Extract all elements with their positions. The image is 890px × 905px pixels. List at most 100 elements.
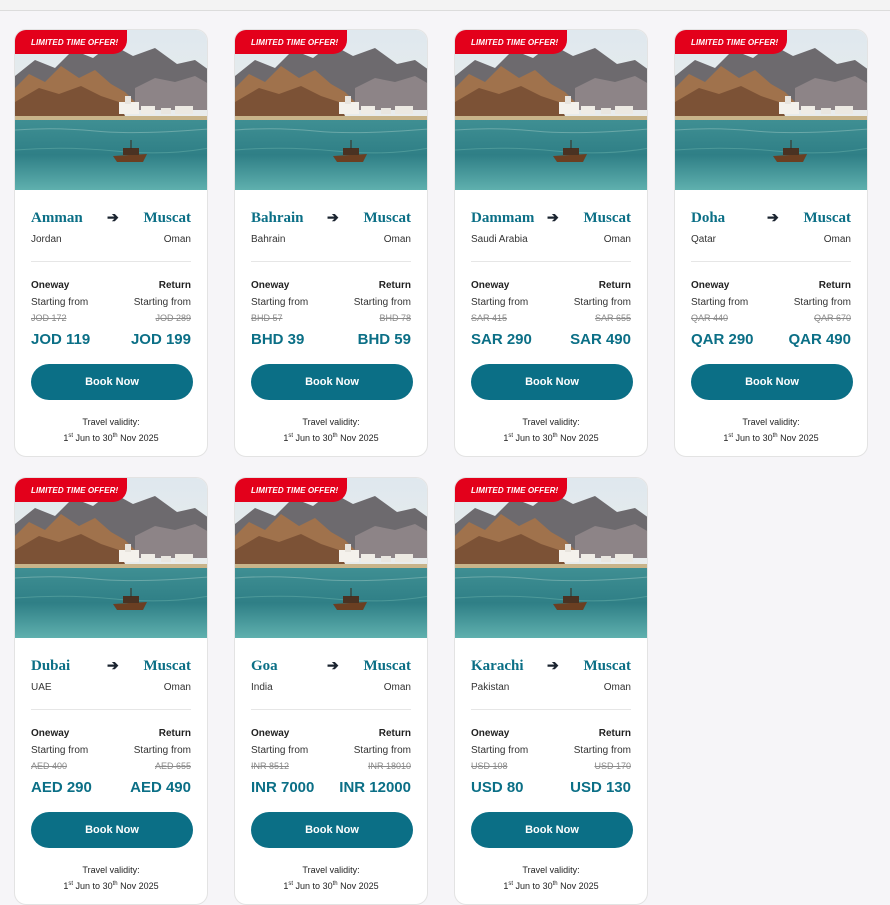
divider <box>31 709 191 710</box>
destination-photo: LIMITED TIME OFFER! <box>455 30 647 190</box>
return-starting-from: Starting from <box>133 297 191 308</box>
origin-city: Dammam <box>471 210 535 226</box>
route: Karachi ➔ Muscat <box>471 657 632 678</box>
return-price: QAR 490 <box>788 331 851 348</box>
destination-country: Oman <box>603 682 631 693</box>
book-now-button[interactable]: Book Now <box>31 364 193 400</box>
destination-country: Oman <box>603 234 631 245</box>
origin-country: Pakistan <box>471 682 510 693</box>
oneway-old-price: INR 8512 <box>251 761 290 771</box>
destination-photo: LIMITED TIME OFFER! <box>235 30 427 190</box>
oneway-old-price: JOD 172 <box>31 313 67 323</box>
limited-offer-badge: LIMITED TIME OFFER! <box>455 478 567 502</box>
return-old-price: SAR 655 <box>594 313 631 323</box>
travel-validity-label: Travel validity: <box>82 865 140 875</box>
right-arrow-icon: ➔ <box>107 209 119 225</box>
origin-city: Goa <box>251 658 278 674</box>
oneway-price: QAR 290 <box>691 331 754 348</box>
return-price: BHD 59 <box>357 331 411 348</box>
return-price: JOD 199 <box>130 331 191 348</box>
travel-validity-label: Travel validity: <box>302 417 360 427</box>
travel-validity: Travel validity: 1st Jun to 30th Nov 202… <box>15 863 207 893</box>
route: Amman ➔ Muscat <box>31 209 192 230</box>
divider <box>471 709 631 710</box>
book-now-button[interactable]: Book Now <box>31 812 193 848</box>
oneway-old-price: AED 400 <box>31 761 68 771</box>
oneway-label: Oneway <box>31 728 70 739</box>
destination-city: Muscat <box>583 210 632 226</box>
return-old-price: BHD 78 <box>379 313 411 323</box>
destination-city: Muscat <box>363 210 412 226</box>
return-old-price: AED 655 <box>154 761 191 771</box>
offer-card-bahrain: LIMITED TIME OFFER! Bahrain ➔ Muscat Bah… <box>234 29 428 457</box>
divider <box>31 261 191 262</box>
travel-validity-label: Travel validity: <box>742 417 800 427</box>
return-price: AED 490 <box>130 779 191 796</box>
destination-city: Muscat <box>143 210 192 226</box>
travel-validity-dates: 1st Jun to 30th Nov 2025 <box>63 433 159 443</box>
route: Doha ➔ Muscat <box>691 209 851 230</box>
offer-card-amman: LIMITED TIME OFFER! Amman ➔ Muscat Jorda… <box>14 29 208 457</box>
destination-city: Muscat <box>143 658 192 674</box>
return-label: Return <box>158 728 191 739</box>
return-old-price: USD 170 <box>594 761 631 771</box>
travel-validity-dates: 1st Jun to 30th Nov 2025 <box>283 881 379 891</box>
book-now-button[interactable]: Book Now <box>471 812 633 848</box>
oneway-starting-from: Starting from <box>471 297 529 308</box>
oneway-starting-from: Starting from <box>31 745 89 756</box>
route: Goa ➔ Muscat <box>251 657 411 678</box>
origin-country: UAE <box>31 682 52 693</box>
divider <box>471 261 631 262</box>
book-now-button[interactable]: Book Now <box>691 364 853 400</box>
oneway-starting-from: Starting from <box>31 297 89 308</box>
oneway-price: USD 80 <box>471 779 524 796</box>
origin-city: Karachi <box>471 658 524 674</box>
travel-validity-label: Travel validity: <box>82 417 140 427</box>
origin-city: Amman <box>31 210 83 226</box>
return-starting-from: Starting from <box>353 745 411 756</box>
return-starting-from: Starting from <box>133 745 191 756</box>
offer-card-dubai: LIMITED TIME OFFER! Dubai ➔ Muscat UAE O… <box>14 477 208 905</box>
destination-city: Muscat <box>583 658 632 674</box>
origin-city: Doha <box>691 210 726 226</box>
oneway-old-price: SAR 415 <box>471 313 508 323</box>
origin-city: Dubai <box>31 658 71 674</box>
travel-validity-dates: 1st Jun to 30th Nov 2025 <box>283 433 379 443</box>
return-starting-from: Starting from <box>573 297 631 308</box>
limited-offer-badge: LIMITED TIME OFFER! <box>455 30 567 54</box>
limited-offer-badge: LIMITED TIME OFFER! <box>235 478 347 502</box>
origin-country: Jordan <box>31 234 62 245</box>
oneway-starting-from: Starting from <box>471 745 529 756</box>
oneway-price: BHD 39 <box>251 331 305 348</box>
return-starting-from: Starting from <box>353 297 411 308</box>
oneway-label: Oneway <box>471 728 510 739</box>
destination-photo: LIMITED TIME OFFER! <box>235 478 427 638</box>
return-price: USD 130 <box>570 779 631 796</box>
right-arrow-icon: ➔ <box>107 657 119 673</box>
book-now-button[interactable]: Book Now <box>251 812 413 848</box>
right-arrow-icon: ➔ <box>767 209 779 225</box>
oneway-old-price: QAR 440 <box>691 313 729 323</box>
route: Dammam ➔ Muscat <box>471 209 632 230</box>
limited-offer-badge: LIMITED TIME OFFER! <box>15 30 127 54</box>
return-label: Return <box>378 280 411 291</box>
oneway-price: AED 290 <box>31 779 92 796</box>
destination-country: Oman <box>383 234 411 245</box>
destination-photo: LIMITED TIME OFFER! <box>15 30 207 190</box>
return-price: SAR 490 <box>570 331 631 348</box>
destination-country: Oman <box>823 234 851 245</box>
offer-card-doha: LIMITED TIME OFFER! Doha ➔ Muscat Qatar … <box>674 29 868 457</box>
return-label: Return <box>158 280 191 291</box>
return-starting-from: Starting from <box>793 297 851 308</box>
destination-country: Oman <box>163 682 191 693</box>
right-arrow-icon: ➔ <box>547 657 559 673</box>
book-now-button[interactable]: Book Now <box>471 364 633 400</box>
return-label: Return <box>818 280 851 291</box>
right-arrow-icon: ➔ <box>547 209 559 225</box>
origin-country: Saudi Arabia <box>471 234 528 245</box>
return-label: Return <box>598 728 631 739</box>
destination-photo: LIMITED TIME OFFER! <box>455 478 647 638</box>
oneway-label: Oneway <box>471 280 510 291</box>
destination-photo: LIMITED TIME OFFER! <box>675 30 867 190</box>
book-now-button[interactable]: Book Now <box>251 364 413 400</box>
